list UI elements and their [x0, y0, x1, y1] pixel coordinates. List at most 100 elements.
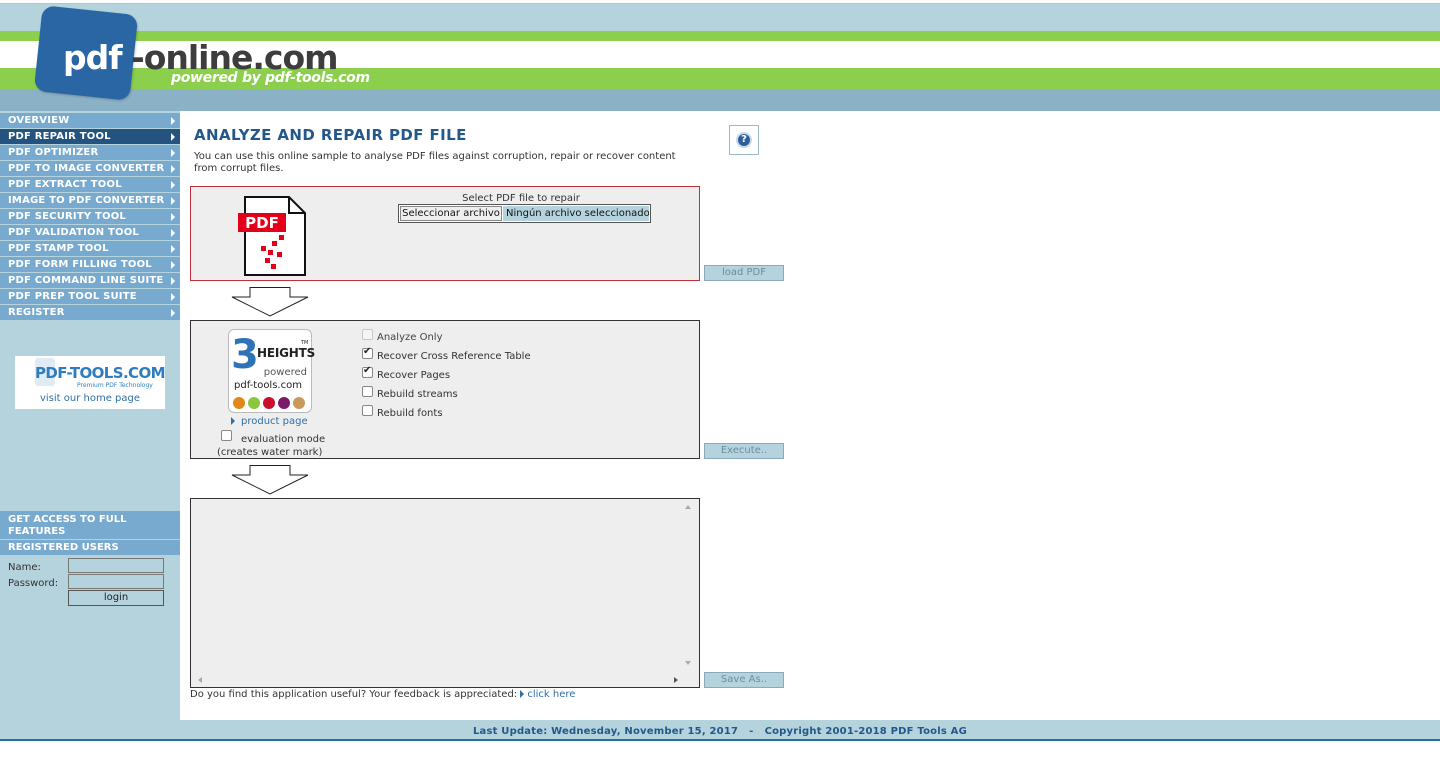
feedback-text: Do you find this application useful? You…: [190, 689, 518, 700]
sidebar-item-pdf-to-image-converter[interactable]: PDF TO IMAGE CONVERTER: [0, 161, 180, 177]
chevron-right-icon: [171, 117, 175, 125]
feedback-link[interactable]: click here: [520, 689, 575, 700]
sidebar-nav: OVERVIEW PDF REPAIR TOOL PDF OPTIMIZER PDF …: [0, 113, 180, 321]
choose-file-button[interactable]: Seleccionar archivo: [400, 206, 502, 221]
header-blue-band: [0, 89, 1440, 111]
option-checkbox[interactable]: [362, 405, 373, 416]
footer: Last Update: Wednesday, November 15, 201…: [0, 720, 1440, 741]
sidebar-item-overview[interactable]: OVERVIEW: [0, 113, 180, 129]
name-label: Name:: [8, 562, 41, 573]
option-checkbox[interactable]: [362, 386, 373, 397]
color-dot: [293, 397, 305, 409]
password-field[interactable]: [68, 574, 164, 589]
file-select-panel: PDF Select PDF file to repair Selecciona…: [190, 186, 700, 281]
sidebar-item-register[interactable]: REGISTER: [0, 305, 180, 321]
chevron-right-icon: [171, 165, 175, 173]
scroll-up-icon[interactable]: [685, 505, 691, 509]
help-button[interactable]: ?: [729, 125, 759, 155]
visit-home-link[interactable]: visit our home page: [15, 393, 165, 404]
sidebar-item-label: PDF OPTIMIZER: [8, 147, 99, 158]
sidebar-item-pdf-stamp-tool[interactable]: PDF STAMP TOOL: [0, 241, 180, 257]
logo-pdf-text[interactable]: pdf: [63, 38, 123, 77]
option-label: Recover Cross Reference Table: [377, 351, 531, 362]
sidebar-item-label: OVERVIEW: [8, 115, 70, 126]
heights-powered: powered: [263, 367, 307, 378]
color-dots: [233, 397, 313, 409]
sidebar-item-pdf-validation-tool[interactable]: PDF VALIDATION TOOL: [0, 225, 180, 241]
option-label: Recover Pages: [377, 370, 451, 381]
file-status-text: Ningún archivo seleccionado: [503, 206, 649, 221]
arrow-down-icon-2: [231, 465, 309, 495]
sidebar-item-pdf-prep-tool-suite[interactable]: PDF PREP TOOL SUITE: [0, 289, 180, 305]
horizontal-scrollbar[interactable]: [193, 675, 681, 685]
option-checkbox: [362, 329, 373, 340]
chevron-right-icon: [171, 133, 175, 141]
chevron-right-icon: [171, 293, 175, 301]
chevron-right-icon: [171, 197, 175, 205]
pdf-tools-home-link[interactable]: PDF-TOOLS.COM Premium PDF Technology vis…: [15, 356, 166, 409]
option-checkbox[interactable]: [362, 365, 373, 378]
file-input[interactable]: Seleccionar archivo Ningún archivo selec…: [398, 204, 651, 223]
question-icon: ?: [736, 132, 752, 148]
scroll-down-icon[interactable]: [685, 661, 691, 665]
sidebar-item-label: PDF COMMAND LINE SUITE: [8, 275, 164, 286]
heights-name: HEIGHTS: [257, 346, 316, 360]
sidebar-item-label: REGISTER: [8, 307, 65, 318]
color-dot: [278, 397, 290, 409]
login-button[interactable]: login: [68, 590, 164, 606]
color-dot: [233, 397, 245, 409]
sidebar-item-label: PDF FORM FILLING TOOL: [8, 259, 152, 270]
color-dot: [248, 397, 260, 409]
scroll-left-icon[interactable]: [198, 677, 202, 683]
pdf-icon-label: PDF: [245, 214, 279, 232]
sidebar-item-label: IMAGE TO PDF CONVERTER: [8, 195, 165, 206]
product-page-link[interactable]: product page: [231, 416, 308, 427]
heights-site: pdf-tools.com: [234, 380, 302, 391]
chevron-right-icon: [171, 149, 175, 157]
chevron-right-icon: [171, 309, 175, 317]
save-as-button[interactable]: Save As..: [704, 672, 784, 688]
chevron-right-icon: [171, 277, 175, 285]
load-pdf-button[interactable]: load PDF: [704, 265, 784, 281]
sidebar-item-pdf-form-filling-tool[interactable]: PDF FORM FILLING TOOL: [0, 257, 180, 273]
vertical-scrollbar[interactable]: [683, 501, 693, 671]
full-access-heading[interactable]: GET ACCESS TO FULL FEATURES: [0, 511, 180, 539]
heights-number: 3: [231, 332, 259, 378]
sidebar-item-pdf-optimizer[interactable]: PDF OPTIMIZER: [0, 145, 180, 161]
sidebar-item-label: PDF TO IMAGE CONVERTER: [8, 163, 165, 174]
sidebar-item-pdf-security-tool[interactable]: PDF SECURITY TOOL: [0, 209, 180, 225]
sidebar-item-image-to-pdf-converter[interactable]: IMAGE TO PDF CONVERTER: [0, 193, 180, 209]
pdf-file-icon: PDF: [238, 196, 306, 276]
color-dot: [263, 397, 275, 409]
evaluation-mode-note: (creates water mark): [217, 447, 323, 458]
evaluation-mode-checkbox[interactable]: [221, 430, 232, 441]
option-label: Rebuild fonts: [377, 408, 443, 419]
footer-text: Last Update: Wednesday, November 15, 201…: [472, 726, 968, 737]
chevron-right-icon: [171, 213, 175, 221]
option-checkbox[interactable]: [362, 346, 373, 359]
trademark-mark: TM: [301, 340, 309, 346]
sidebar-item-pdf-extract-tool[interactable]: PDF EXTRACT TOOL: [0, 177, 180, 193]
chevron-right-icon: [171, 181, 175, 189]
scroll-right-icon[interactable]: [674, 677, 678, 683]
output-textarea[interactable]: [190, 498, 700, 688]
execute-button[interactable]: Execute..: [704, 443, 784, 459]
chevron-right-icon: [171, 261, 175, 269]
sidebar-item-label: PDF PREP TOOL SUITE: [8, 291, 137, 302]
chevron-right-icon: [171, 229, 175, 237]
header-top-band: [0, 0, 1440, 32]
password-label: Password:: [8, 578, 59, 589]
sidebar-item-label: PDF STAMP TOOL: [8, 243, 109, 254]
sidebar-item-pdf-repair-tool[interactable]: PDF REPAIR TOOL: [0, 129, 180, 145]
option-label: Analyze Only: [377, 332, 443, 343]
name-field[interactable]: [68, 558, 164, 573]
page-title: ANALYZE AND REPAIR PDF FILE: [194, 126, 467, 144]
sidebar-item-label: PDF VALIDATION TOOL: [8, 227, 139, 238]
select-file-label: Select PDF file to repair: [462, 193, 580, 204]
logo-powered-by: powered by pdf-tools.com: [171, 70, 370, 86]
arrow-down-icon: [231, 287, 309, 317]
3-heights-logo[interactable]: 3 HEIGHTS TM powered pdf-tools.com: [228, 329, 316, 413]
sidebar-item-label: PDF REPAIR TOOL: [8, 131, 111, 142]
sidebar-item-label: PDF EXTRACT TOOL: [8, 179, 122, 190]
sidebar-item-pdf-command-line-suite[interactable]: PDF COMMAND LINE SUITE: [0, 273, 180, 289]
